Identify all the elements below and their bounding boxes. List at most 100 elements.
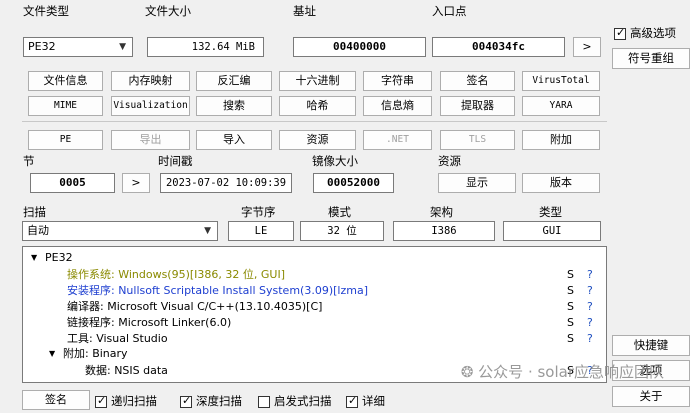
- resource-show-button[interactable]: 显示: [438, 173, 516, 193]
- signature-flag[interactable]: S: [567, 315, 574, 331]
- scan-engine-value: 自动: [27, 224, 49, 237]
- info-help-link[interactable]: ?: [587, 283, 593, 299]
- heuristic-checkbox[interactable]: [258, 395, 270, 408]
- overlay-child-label: 数据: NSIS data: [85, 364, 168, 377]
- verbose-checkbox[interactable]: [346, 394, 358, 408]
- toolbar-button[interactable]: Visualization: [111, 96, 190, 116]
- toolbar-button[interactable]: 哈希: [279, 96, 356, 116]
- toolbar-button[interactable]: .NET: [363, 130, 432, 150]
- image-size-value: 00052000: [313, 173, 394, 193]
- timestamp-label: 时间戳: [158, 154, 193, 168]
- divider: [22, 121, 607, 122]
- filetype-value: PE32: [28, 40, 56, 53]
- toolbar-button[interactable]: 内存映射: [111, 71, 190, 91]
- toolbar-button[interactable]: 附加: [522, 130, 600, 150]
- section-count-value: 0005: [30, 173, 115, 193]
- toolbar-button[interactable]: TLS: [440, 130, 515, 150]
- filetype-label: 文件类型: [23, 4, 69, 18]
- image-size-label: 镜像大小: [312, 154, 358, 168]
- chevron-down-icon: ▼: [204, 226, 211, 236]
- symbol-reconstruct-button[interactable]: 符号重组: [612, 48, 690, 69]
- watermark: ❂ 公众号 · solar应急响应团队: [461, 361, 664, 382]
- section-label: 节: [23, 154, 35, 168]
- detection-row[interactable]: 工具: Visual Studio S?: [23, 331, 606, 347]
- filesize-value: 132.64 MiB: [147, 37, 264, 57]
- type-label: 类型: [539, 205, 562, 219]
- recursive-scan-toggle[interactable]: 递归扫描: [95, 393, 157, 409]
- verbose-label: 详细: [362, 394, 385, 408]
- section-go-button[interactable]: >: [122, 173, 150, 193]
- endian-label: 字节序: [241, 205, 276, 219]
- info-help-link[interactable]: ?: [587, 331, 593, 347]
- tree-root-row[interactable]: ▼ PE32: [23, 250, 606, 266]
- tree-overlay-row[interactable]: ▼ 附加: Binary: [23, 346, 606, 362]
- about-button[interactable]: 关于: [612, 386, 690, 407]
- detection-text: 链接程序: Microsoft Linker(6.0): [67, 316, 232, 329]
- toolbar-button[interactable]: 字符串: [363, 71, 432, 91]
- deep-checkbox[interactable]: [180, 394, 192, 408]
- detection-row[interactable]: 编译器: Microsoft Visual C/C++(13.10.4035)[…: [23, 299, 606, 315]
- detection-row[interactable]: 链接程序: Microsoft Linker(6.0) S?: [23, 315, 606, 331]
- entry-point-go-button[interactable]: >: [573, 37, 601, 57]
- toolbar-button[interactable]: 文件信息: [28, 71, 103, 91]
- watermark-text: 公众号 · solar应急响应团队: [478, 363, 664, 381]
- timestamp-value: 2023-07-02 10:09:39: [160, 173, 292, 193]
- base-address-label: 基址: [293, 4, 316, 18]
- info-help-link[interactable]: ?: [587, 315, 593, 331]
- advanced-options-label: 高级选项: [630, 26, 676, 40]
- heuristic-scan-toggle[interactable]: 启发式扫描: [258, 393, 332, 409]
- toolbar-button[interactable]: 资源: [279, 130, 356, 150]
- endian-value: LE: [228, 221, 294, 241]
- recursive-checkbox[interactable]: [95, 394, 107, 408]
- expand-arrow-icon[interactable]: ▼: [31, 250, 37, 266]
- toolbar-button[interactable]: 信息熵: [363, 96, 432, 116]
- resource-version-button[interactable]: 版本: [522, 173, 600, 193]
- tree-root-label: PE32: [45, 251, 73, 264]
- scan-engine-select[interactable]: 自动 ▼: [22, 221, 218, 241]
- overlay-node-label: 附加: Binary: [63, 347, 128, 360]
- filesize-label: 文件大小: [145, 4, 191, 18]
- verbose-toggle[interactable]: 详细: [346, 393, 385, 409]
- signature-flag[interactable]: S: [567, 283, 574, 299]
- detection-row[interactable]: 操作系统: Windows(95)[I386, 32 位, GUI] S?: [23, 267, 606, 283]
- signature-flag[interactable]: S: [567, 331, 574, 347]
- toolbar-button[interactable]: 反汇编: [196, 71, 272, 91]
- heuristic-scan-label: 启发式扫描: [274, 394, 332, 408]
- mode-label: 模式: [328, 205, 351, 219]
- advanced-checkbox[interactable]: [614, 26, 626, 40]
- architecture-label: 架构: [430, 205, 453, 219]
- detection-row[interactable]: 安装程序: Nullsoft Scriptable Install System…: [23, 283, 606, 299]
- toolbar-button[interactable]: MIME: [28, 96, 103, 116]
- toolbar-button[interactable]: VirusTotal: [522, 71, 600, 91]
- info-help-link[interactable]: ?: [587, 267, 593, 283]
- entry-point-label: 入口点: [432, 4, 467, 18]
- shortcuts-button[interactable]: 快捷键: [612, 335, 690, 356]
- resource-label: 资源: [438, 154, 461, 168]
- toolbar-button[interactable]: 十六进制: [279, 71, 356, 91]
- advanced-options-toggle[interactable]: 高级选项: [614, 25, 676, 41]
- base-address-value: 00400000: [293, 37, 426, 57]
- info-help-link[interactable]: ?: [587, 299, 593, 315]
- detection-text: 工具: Visual Studio: [67, 332, 168, 345]
- toolbar-button[interactable]: YARA: [522, 96, 600, 116]
- deep-scan-toggle[interactable]: 深度扫描: [180, 393, 242, 409]
- detection-text: 编译器: Microsoft Visual C/C++(13.10.4035)[…: [67, 300, 323, 313]
- toolbar-button[interactable]: 导入: [196, 130, 272, 150]
- signature-button[interactable]: 签名: [22, 390, 90, 410]
- wechat-icon: ❂: [460, 363, 479, 381]
- entry-point-value: 004034fc: [432, 37, 565, 57]
- scan-label: 扫描: [23, 205, 46, 219]
- toolbar-button[interactable]: 搜索: [196, 96, 272, 116]
- toolbar-button[interactable]: 签名: [440, 71, 515, 91]
- toolbar-button[interactable]: PE: [28, 130, 103, 150]
- toolbar-button[interactable]: 提取器: [440, 96, 515, 116]
- signature-flag[interactable]: S: [567, 299, 574, 315]
- recursive-scan-label: 递归扫描: [111, 394, 157, 408]
- architecture-value: I386: [393, 221, 495, 241]
- chevron-down-icon: ▼: [119, 42, 126, 52]
- detection-text: 操作系统: Windows(95)[I386, 32 位, GUI]: [67, 268, 286, 281]
- toolbar-button[interactable]: 导出: [111, 130, 190, 150]
- expand-arrow-icon[interactable]: ▼: [49, 346, 55, 362]
- filetype-select[interactable]: PE32 ▼: [23, 37, 133, 57]
- signature-flag[interactable]: S: [567, 267, 574, 283]
